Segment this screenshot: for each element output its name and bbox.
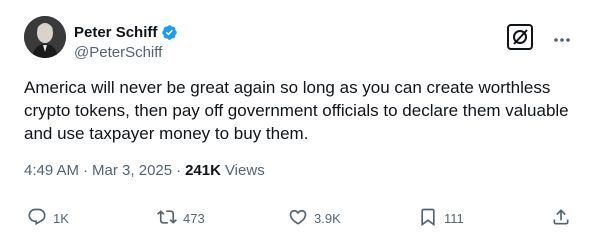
views-count: 241K — [185, 162, 221, 179]
grok-button[interactable] — [504, 23, 536, 56]
reply-icon — [27, 207, 47, 230]
bookmark-icon — [418, 207, 438, 230]
more-button[interactable] — [548, 26, 576, 52]
user-names: Peter Schiff @PeterSchiff — [74, 22, 178, 61]
meta-separator: · — [176, 162, 182, 179]
bookmark-button[interactable]: 111 — [418, 207, 464, 230]
views-label: Views — [224, 162, 265, 179]
avatar[interactable] — [24, 16, 66, 58]
tweet-meta: 4:49 AM · Mar 3, 2025 · 241K Views — [24, 162, 265, 179]
like-icon — [288, 207, 308, 230]
share-button[interactable] — [551, 207, 571, 230]
tweet-date[interactable]: Mar 3, 2025 — [92, 162, 172, 179]
reply-count: 1K — [53, 211, 69, 226]
bookmark-count: 111 — [444, 211, 464, 226]
tweet-header: Peter Schiff @PeterSchiff — [24, 16, 584, 64]
grok-icon — [506, 23, 534, 56]
like-count: 3.9K — [314, 211, 341, 226]
repost-button[interactable]: 473 — [157, 207, 205, 230]
meta-separator: · — [83, 162, 89, 179]
repost-count: 473 — [183, 211, 205, 226]
tweet-time[interactable]: 4:49 AM — [24, 162, 79, 179]
display-name[interactable]: Peter Schiff — [74, 24, 157, 41]
verified-badge-icon — [161, 24, 178, 41]
repost-icon — [157, 207, 177, 230]
tweet-card: Peter Schiff @PeterSchiff America will n… — [0, 0, 600, 243]
action-bar: 1K 473 3.9K 111 — [24, 207, 576, 231]
share-icon — [551, 207, 571, 230]
tweet-text: America will never be great again so lon… — [24, 78, 574, 143]
like-button[interactable]: 3.9K — [288, 207, 341, 230]
reply-button[interactable]: 1K — [27, 207, 69, 230]
handle[interactable]: @PeterSchiff — [74, 44, 178, 61]
name-row: Peter Schiff — [74, 22, 178, 42]
more-icon — [553, 30, 571, 48]
